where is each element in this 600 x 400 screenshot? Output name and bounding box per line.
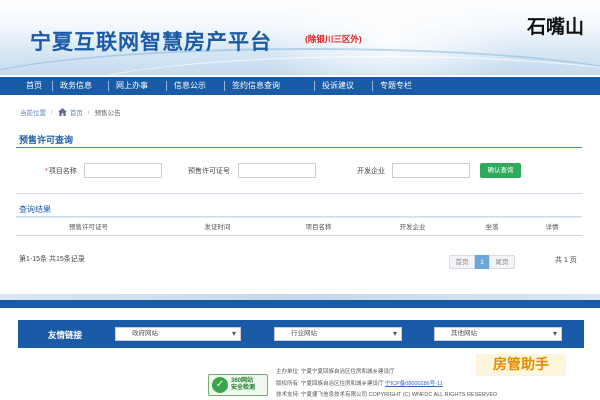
industry-sites-select-value: 行业网站: [291, 330, 317, 337]
page-count: 共 1 页: [555, 257, 577, 264]
breadcrumb-separator: /: [87, 108, 90, 116]
industry-sites-select[interactable]: 行业网站 ▾: [274, 327, 402, 341]
header-banner: 宁夏互联网智慧房产平台 (除银川三区外) 石嘴山: [0, 0, 600, 75]
nav-item-gov-info[interactable]: 政务信息: [52, 77, 108, 95]
column-header-details: 详情: [545, 224, 559, 231]
breadcrumb-home[interactable]: 首页: [70, 107, 83, 117]
footer-blue-band: [0, 300, 600, 308]
security-badge-line2: 安全检测: [231, 385, 256, 391]
permit-no-label: 预售许可证号: [188, 168, 230, 175]
city-name: 石嘴山: [526, 16, 584, 38]
icp-link[interactable]: 宁ICP备08000286号-11: [385, 381, 443, 387]
security-badge[interactable]: ✓ 360网站 安全检测: [208, 374, 268, 396]
breadcrumb-current: 预售公告: [94, 110, 121, 117]
footer-copyright-text: 版权所有: 宁夏回族自治区住房和城乡建设厅: [276, 381, 386, 387]
nav-item-contract-query[interactable]: 签约信息查询: [224, 77, 314, 95]
site-title[interactable]: 宁夏互联网智慧房产平台: [30, 26, 272, 56]
nav-item-complaint[interactable]: 投诉建议: [314, 77, 372, 95]
chevron-down-icon: ▾: [552, 329, 557, 338]
home-icon: [57, 108, 67, 116]
main-nav: 首页 政务信息 网上办事 信息公示 签约信息查询 投诉建议 专题专栏: [0, 77, 600, 95]
footer-host: 主办单位: 宁夏宁夏回族自治区住房和城乡建设厅: [276, 369, 395, 375]
column-header-location: 坐落: [485, 224, 499, 231]
last-page-button[interactable]: 尾页: [489, 255, 515, 269]
query-section-divider: [16, 147, 582, 148]
column-header-project-name: 项目名称: [305, 224, 332, 231]
footer-tech-support: 技术支持: 宁夏捷飞信息技术有限公司 COPYRIGHT (C) WNFDC A…: [276, 392, 498, 398]
required-mark: *: [45, 168, 48, 175]
nav-item-info-public[interactable]: 信息公示: [166, 77, 224, 95]
breadcrumb: 当前位置 / 首页 / 预售公告: [20, 106, 121, 118]
first-page-button[interactable]: 首页: [449, 255, 475, 269]
security-badge-line1: 360网站: [231, 378, 254, 384]
chevron-down-icon: ▾: [231, 329, 236, 338]
permit-no-input[interactable]: [238, 163, 316, 178]
breadcrumb-separator: /: [51, 108, 53, 116]
query-section-title: 预售许可查询: [19, 135, 74, 145]
search-button[interactable]: 确认查询: [480, 163, 521, 178]
pagination: 首页 1 尾页: [449, 255, 515, 269]
project-name-label: *项目名称: [45, 166, 77, 176]
results-table-header: 预售许可证号 发证时间 项目名称 开发企业 坐落 详情: [16, 217, 582, 236]
developer-input[interactable]: [392, 163, 470, 178]
chevron-down-icon: ▾: [392, 329, 397, 338]
security-badge-text: 360网站 安全检测: [231, 378, 255, 392]
records-summary: 第1-15条 共15条记录: [19, 256, 85, 263]
friend-links-label: 友情链接: [48, 330, 83, 340]
results-section-title: 查询结果: [19, 205, 51, 214]
nav-item-home[interactable]: 首页: [18, 77, 52, 95]
other-sites-select-value: 其他网站: [451, 330, 477, 337]
site-subtitle: (除银川三区外): [305, 34, 362, 44]
friend-links-bar: 友情链接 政府网站 ▾ 行业网站 ▾ 其他网站 ▾: [18, 320, 584, 348]
gov-sites-select[interactable]: 政府网站 ▾: [115, 327, 241, 341]
developer-label: 开发企业: [357, 168, 385, 175]
page-number-current[interactable]: 1: [475, 255, 489, 269]
gov-sites-select-value: 政府网站: [132, 330, 158, 337]
column-header-issue-date: 发证时间: [204, 224, 231, 231]
nav-item-special-column[interactable]: 专题专栏: [372, 77, 430, 95]
form-divider: [16, 193, 582, 194]
footer-spacer: [0, 308, 600, 318]
housing-assistant-badge[interactable]: 房管助手: [476, 354, 566, 376]
other-sites-select[interactable]: 其他网站 ▾: [434, 327, 562, 341]
360-shield-icon: ✓: [212, 377, 228, 393]
project-name-label-text: 项目名称: [48, 168, 77, 175]
nav-item-online-service[interactable]: 网上办事: [108, 77, 166, 95]
column-header-developer: 开发企业: [399, 224, 426, 231]
column-header-permit-no: 预售许可证号: [69, 224, 108, 231]
footer-copyright: 版权所有: 宁夏回族自治区住房和城乡建设厅 宁ICP备08000286号-11: [276, 379, 443, 387]
project-name-input[interactable]: [84, 163, 162, 178]
breadcrumb-prefix: 当前位置: [20, 110, 46, 117]
